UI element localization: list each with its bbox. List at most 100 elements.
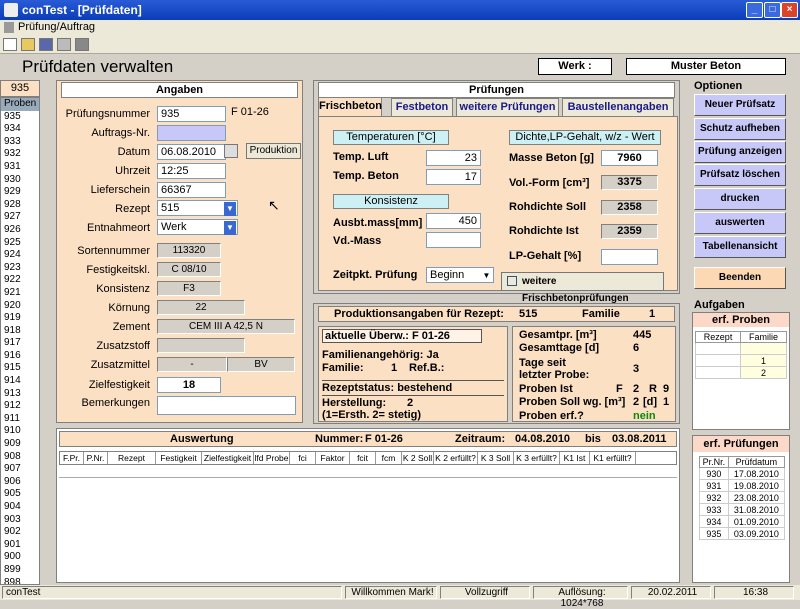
- pruefung-anzeigen-button[interactable]: Prüfung anzeigen: [694, 141, 786, 163]
- list-item[interactable]: 898: [1, 577, 39, 584]
- minimize-button[interactable]: _: [746, 2, 763, 18]
- list-item[interactable]: 928: [1, 199, 39, 212]
- list-item[interactable]: 925: [1, 237, 39, 250]
- preview-icon[interactable]: [75, 38, 89, 51]
- list-item[interactable]: 906: [1, 476, 39, 489]
- column-header[interactable]: fci: [290, 452, 316, 464]
- list-item[interactable]: 935: [1, 111, 39, 124]
- list-item[interactable]: 912: [1, 400, 39, 413]
- list-item[interactable]: 929: [1, 186, 39, 199]
- menu-pruefung-auftrag[interactable]: Prüfung/Auftrag: [18, 21, 95, 33]
- list-item[interactable]: 922: [1, 274, 39, 287]
- print-icon[interactable]: [57, 38, 71, 51]
- column-header[interactable]: K1 Ist: [560, 452, 590, 464]
- list-item[interactable]: 923: [1, 262, 39, 275]
- table-row[interactable]: 931 19.08.2010: [699, 479, 786, 492]
- column-header[interactable]: K 3 erfüllt?: [514, 452, 560, 464]
- close-button[interactable]: ×: [781, 2, 798, 18]
- new-icon[interactable]: [3, 38, 17, 51]
- schutz-aufheben-button[interactable]: Schutz aufheben: [694, 118, 786, 140]
- list-item[interactable]: 926: [1, 224, 39, 237]
- list-item[interactable]: 924: [1, 249, 39, 262]
- zeitpkt-select[interactable]: Beginn ▼: [426, 267, 494, 283]
- list-item[interactable]: 920: [1, 300, 39, 313]
- column-header[interactable]: Faktor: [316, 452, 350, 464]
- list-item[interactable]: 921: [1, 287, 39, 300]
- tab-baustellenangaben[interactable]: Baustellenangaben: [562, 98, 674, 116]
- list-item[interactable]: 903: [1, 514, 39, 527]
- column-header[interactable]: K1 erfüllt?: [590, 452, 636, 464]
- list-item[interactable]: 909: [1, 438, 39, 451]
- maximize-button[interactable]: □: [764, 2, 781, 18]
- list-item[interactable]: 931: [1, 161, 39, 174]
- list-item[interactable]: 913: [1, 388, 39, 401]
- column-header[interactable]: lfd Probe: [254, 452, 290, 464]
- table-row[interactable]: 935 03.09.2010: [699, 527, 786, 540]
- table-row[interactable]: [694, 342, 787, 355]
- list-item[interactable]: 907: [1, 463, 39, 476]
- chevron-down-icon[interactable]: ▼: [224, 202, 236, 216]
- uhrzeit-field[interactable]: 12:25: [157, 163, 226, 179]
- table-row[interactable]: 933 31.08.2010: [699, 503, 786, 516]
- list-item[interactable]: 899: [1, 564, 39, 577]
- auswerten-button[interactable]: auswerten: [694, 212, 786, 234]
- column-header[interactable]: K 3 Soll: [478, 452, 514, 464]
- neuer-pruefsatz-button[interactable]: Neuer Prüfsatz: [694, 94, 786, 116]
- drucken-button[interactable]: drucken: [694, 188, 786, 210]
- list-item[interactable]: 900: [1, 551, 39, 564]
- entnahme-select[interactable]: Werk ▼: [157, 219, 238, 235]
- list-item[interactable]: 932: [1, 148, 39, 161]
- column-header[interactable]: K 2 Soll: [402, 452, 434, 464]
- tab-frischbeton[interactable]: Frischbeton: [318, 97, 382, 117]
- list-item[interactable]: 902: [1, 526, 39, 539]
- table-row[interactable]: 2: [694, 366, 787, 379]
- list-item[interactable]: 919: [1, 312, 39, 325]
- list-item[interactable]: 914: [1, 375, 39, 388]
- temp-luft-field[interactable]: 23: [426, 150, 481, 166]
- list-item[interactable]: 933: [1, 136, 39, 149]
- tabellenansicht-button[interactable]: Tabellenansicht: [694, 236, 786, 258]
- tab-festbeton[interactable]: Festbeton: [391, 98, 453, 116]
- pruefsatz-loeschen-button[interactable]: Prüfsatz löschen: [694, 164, 786, 186]
- column-header[interactable]: fcm: [376, 452, 402, 464]
- column-header[interactable]: Rezept: [108, 452, 156, 464]
- list-item[interactable]: 915: [1, 362, 39, 375]
- column-header[interactable]: F.Pr.: [60, 452, 84, 464]
- lp-field[interactable]: [601, 249, 658, 265]
- save-icon[interactable]: [39, 38, 53, 51]
- calendar-icon[interactable]: [224, 144, 238, 158]
- column-header[interactable]: K 2 erfüllt?: [434, 452, 478, 464]
- list-item[interactable]: 908: [1, 451, 39, 464]
- list-item[interactable]: 905: [1, 488, 39, 501]
- chevron-down-icon[interactable]: ▼: [224, 221, 236, 235]
- auftrags-field[interactable]: [157, 125, 226, 141]
- list-item[interactable]: 916: [1, 350, 39, 363]
- list-item[interactable]: 918: [1, 325, 39, 338]
- table-row[interactable]: 1: [694, 354, 787, 367]
- open-folder-icon[interactable]: [21, 38, 35, 51]
- table-row[interactable]: 930 17.08.2010: [699, 467, 786, 480]
- zielfestigkeit-field[interactable]: 18: [157, 377, 221, 393]
- ausbt-field[interactable]: 450: [426, 213, 481, 229]
- weitere-frischbeton-button[interactable]: weitere Frischbetonprüfungen: [501, 272, 664, 304]
- beenden-button[interactable]: Beenden: [694, 267, 786, 289]
- list-item[interactable]: 911: [1, 413, 39, 426]
- list-item[interactable]: 930: [1, 174, 39, 187]
- list-item[interactable]: 934: [1, 123, 39, 136]
- list-item[interactable]: 901: [1, 539, 39, 552]
- proben-list[interactable]: Proben 935 934 933 932 931 930 929 928 927 926 925…: [0, 97, 40, 585]
- column-header[interactable]: Zielfestigkeit: [202, 452, 254, 464]
- datum-field[interactable]: 06.08.2010: [157, 144, 226, 160]
- column-header[interactable]: P.Nr.: [84, 452, 108, 464]
- vd-field[interactable]: [426, 232, 481, 248]
- lieferschein-field[interactable]: 66367: [157, 182, 226, 198]
- bemerkungen-field[interactable]: [157, 396, 296, 415]
- column-header[interactable]: fcit: [350, 452, 376, 464]
- temp-beton-field[interactable]: 17: [426, 169, 481, 185]
- tab-weitere-pruefungen[interactable]: weitere Prüfungen: [456, 98, 559, 116]
- list-item[interactable]: 917: [1, 337, 39, 350]
- pruefungsnummer-field[interactable]: 935: [157, 106, 226, 122]
- list-item[interactable]: 910: [1, 425, 39, 438]
- table-row[interactable]: 934 01.09.2010: [699, 515, 786, 528]
- rezept-select[interactable]: 515 ▼: [157, 200, 238, 216]
